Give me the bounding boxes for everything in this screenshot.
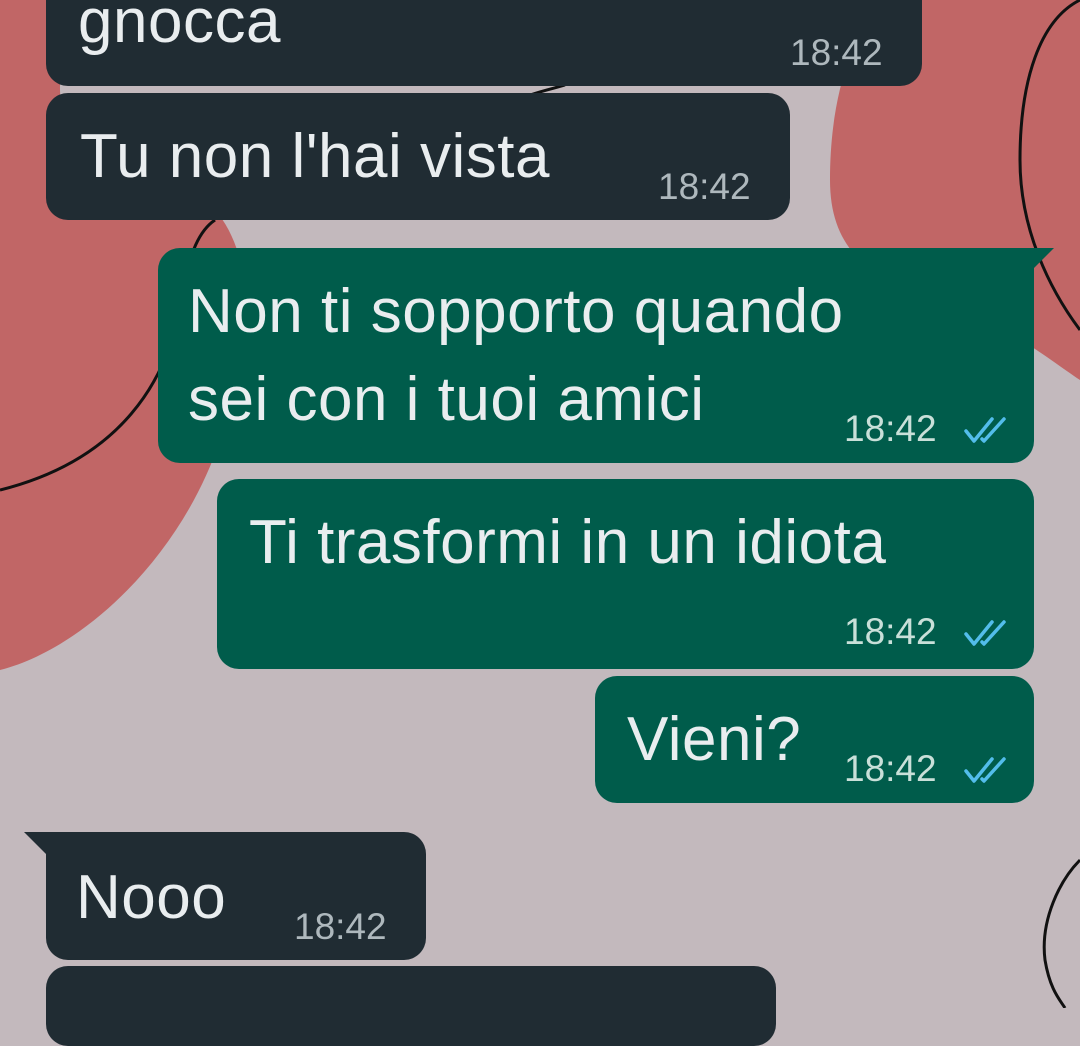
message-time: 18:42 — [844, 748, 937, 789]
message-bubble-outgoing[interactable]: Vieni? 18:42 — [595, 676, 1034, 803]
message-bubble-incoming[interactable]: gnocca 18:42 — [46, 0, 922, 86]
message-time: 18:42 — [658, 166, 751, 207]
message-time: 18:42 — [844, 611, 937, 652]
message-bubble-incoming[interactable]: Nooo 18:42 — [46, 832, 426, 960]
message-bubble-incoming-partial[interactable] — [46, 966, 776, 1046]
double-check-icon — [964, 757, 1006, 783]
message-text: Vieni? — [627, 705, 802, 774]
message-time: 18:42 — [790, 32, 883, 73]
message-text: Nooo — [76, 863, 227, 932]
double-check-icon — [964, 620, 1006, 646]
message-text: Ti trasformi in un idiota — [249, 508, 887, 577]
wallpaper-curve-right-low — [1042, 858, 1080, 1008]
message-text: gnocca — [78, 0, 281, 56]
message-text: Tu non l'hai vista — [80, 122, 551, 191]
message-bubble-outgoing[interactable]: Ti trasformi in un idiota 18:42 — [217, 479, 1034, 669]
message-bubble-outgoing[interactable]: Non ti sopporto quando sei con i tuoi am… — [158, 248, 1034, 463]
message-text-line: sei con i tuoi amici — [188, 365, 705, 434]
double-check-icon — [964, 417, 1006, 443]
message-text-line: Non ti sopporto quando — [188, 277, 844, 346]
message-time: 18:42 — [844, 408, 937, 449]
message-bubble-incoming[interactable]: Tu non l'hai vista 18:42 — [46, 93, 790, 220]
message-time: 18:42 — [294, 906, 387, 947]
